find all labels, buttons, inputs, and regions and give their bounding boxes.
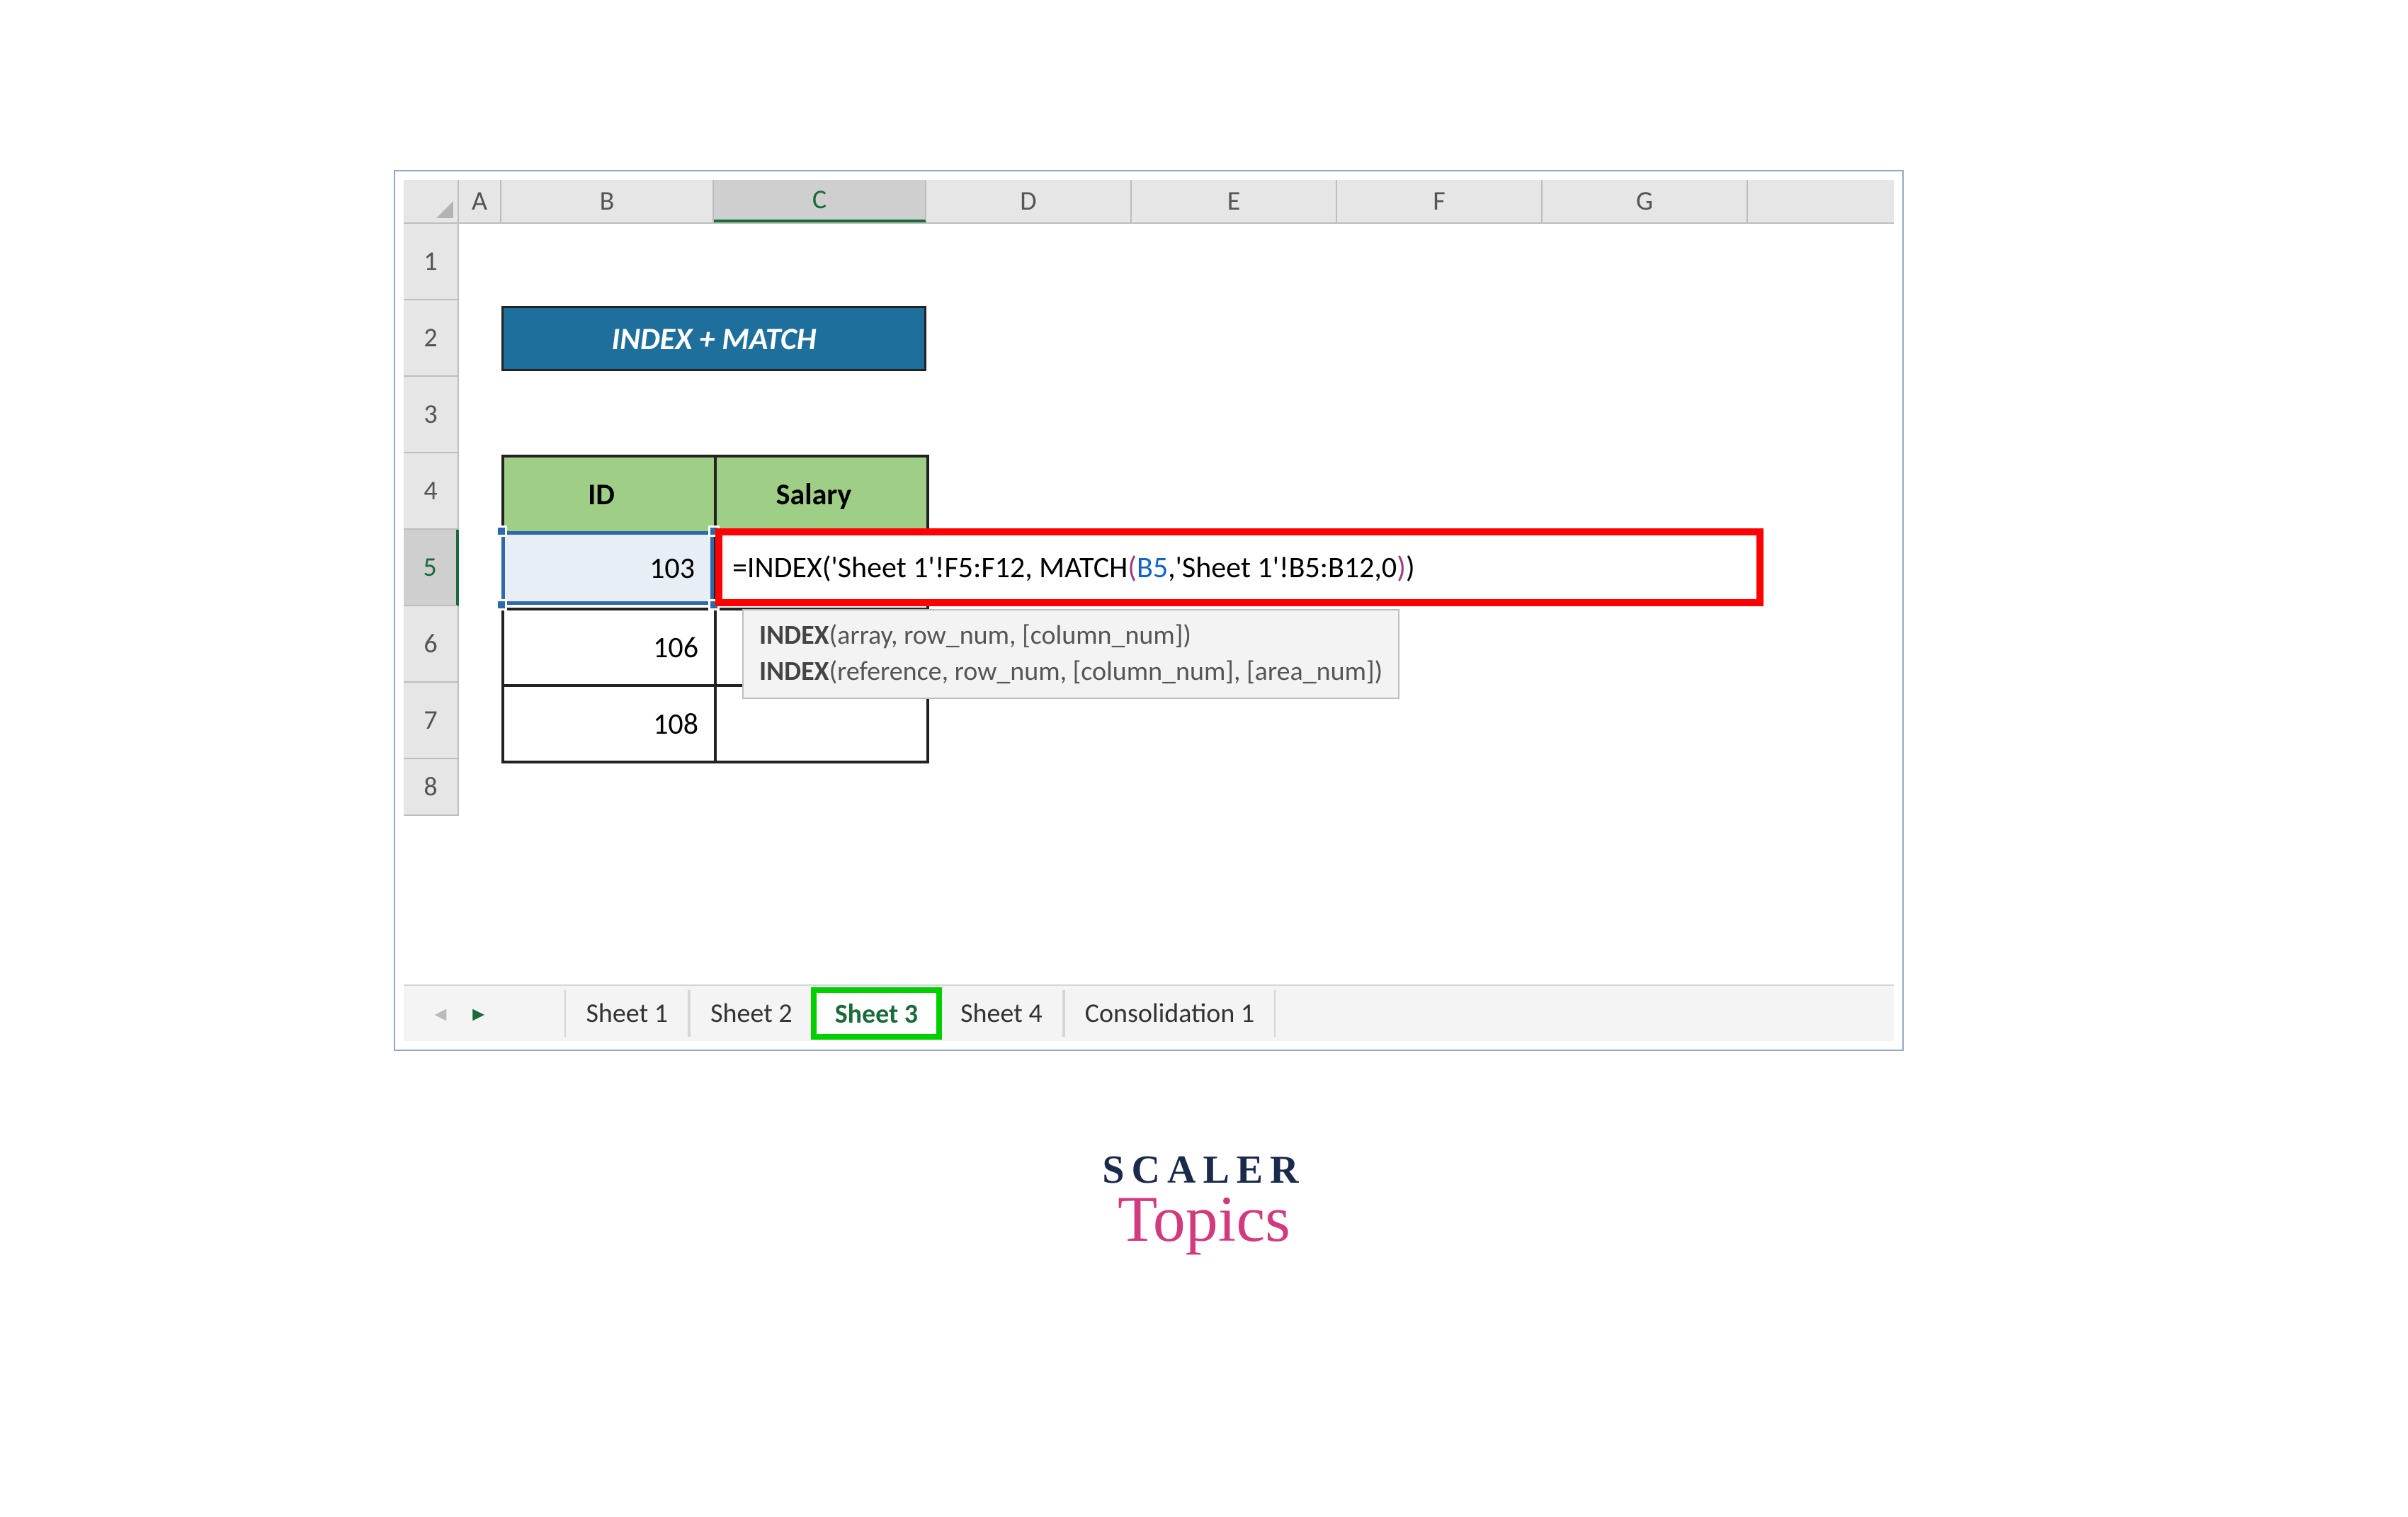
formula-paren-close-outer: )	[1406, 550, 1415, 586]
col-header-D[interactable]: D	[926, 180, 1132, 222]
cell-b6[interactable]: 106	[503, 609, 715, 686]
row-header-1[interactable]: 1	[404, 224, 459, 300]
formula-tooltip: INDEX(array, row_num, [column_num]) INDE…	[742, 609, 1399, 699]
row-header-4[interactable]: 4	[404, 453, 459, 530]
tooltip-fn: INDEX	[759, 619, 829, 652]
sheet-tab-active[interactable]: Sheet 3	[814, 990, 939, 1037]
sheet-tab[interactable]: Consolidation 1	[1064, 990, 1276, 1037]
tab-next-icon[interactable]: ►	[469, 1001, 489, 1026]
row-header-6[interactable]: 6	[404, 606, 459, 683]
sheet-tab[interactable]: Sheet 2	[689, 990, 814, 1037]
select-all-triangle[interactable]	[404, 180, 459, 222]
tooltip-fn: INDEX	[759, 655, 829, 688]
excel-window: A B C D E F G 1 2 3 4 5 6 7 8 INDEX + MA…	[394, 170, 1904, 1051]
formula-paren-close: )	[1397, 550, 1406, 586]
sheet-tab[interactable]: Sheet 1	[564, 990, 689, 1037]
tab-nav: ◄ ►	[404, 1001, 515, 1026]
header-salary[interactable]: Salary	[715, 456, 928, 533]
row-header-5[interactable]: 5	[404, 530, 459, 606]
formula-paren-open: (	[1128, 550, 1137, 586]
scaler-topics-logo: SCALER Topics	[1102, 1147, 1305, 1256]
formula-text: =INDEX('Sheet 1'!F5:F12, MATCH	[732, 550, 1128, 586]
column-headers: A B C D E F G	[404, 180, 1894, 224]
col-header-E[interactable]: E	[1132, 180, 1337, 222]
row-header-7[interactable]: 7	[404, 683, 459, 759]
col-header-C[interactable]: C	[714, 180, 926, 222]
row-header-3[interactable]: 3	[404, 377, 459, 453]
title-cell[interactable]: INDEX + MATCH	[501, 306, 926, 371]
col-header-G[interactable]: G	[1543, 180, 1748, 222]
header-id[interactable]: ID	[503, 456, 715, 533]
row-header-8[interactable]: 8	[404, 759, 459, 816]
sheet-tab-bar: ◄ ► Sheet 1 Sheet 2 Sheet 3 Sheet 4 Cons…	[404, 984, 1894, 1041]
logo-topics: Topics	[1102, 1181, 1305, 1256]
sheet-tab[interactable]: Sheet 4	[939, 990, 1064, 1037]
cell-b5[interactable]	[503, 533, 715, 609]
tab-prev-icon[interactable]: ◄	[431, 1001, 450, 1026]
tooltip-args: (reference, row_num, [column_num], [area…	[829, 655, 1383, 688]
excel-grid: A B C D E F G 1 2 3 4 5 6 7 8 INDEX + MA…	[404, 180, 1894, 1041]
col-header-A[interactable]: A	[459, 180, 501, 222]
row-area: 1 2 3 4 5 6 7 8 INDEX + MATCH ID Salary	[404, 224, 1894, 984]
tooltip-args: (array, row_num, [column_num])	[829, 619, 1191, 652]
formula-text: ,'Sheet 1'!B5:B12,0	[1168, 550, 1397, 586]
col-header-F[interactable]: F	[1337, 180, 1543, 222]
formula-edit-box[interactable]: =INDEX('Sheet 1'!F5:F12, MATCH(B5,'Sheet…	[715, 528, 1764, 606]
row-header-2[interactable]: 2	[404, 300, 459, 377]
cell-b7[interactable]: 108	[503, 686, 715, 762]
col-header-B[interactable]: B	[501, 180, 714, 222]
formula-ref: B5	[1137, 550, 1168, 586]
